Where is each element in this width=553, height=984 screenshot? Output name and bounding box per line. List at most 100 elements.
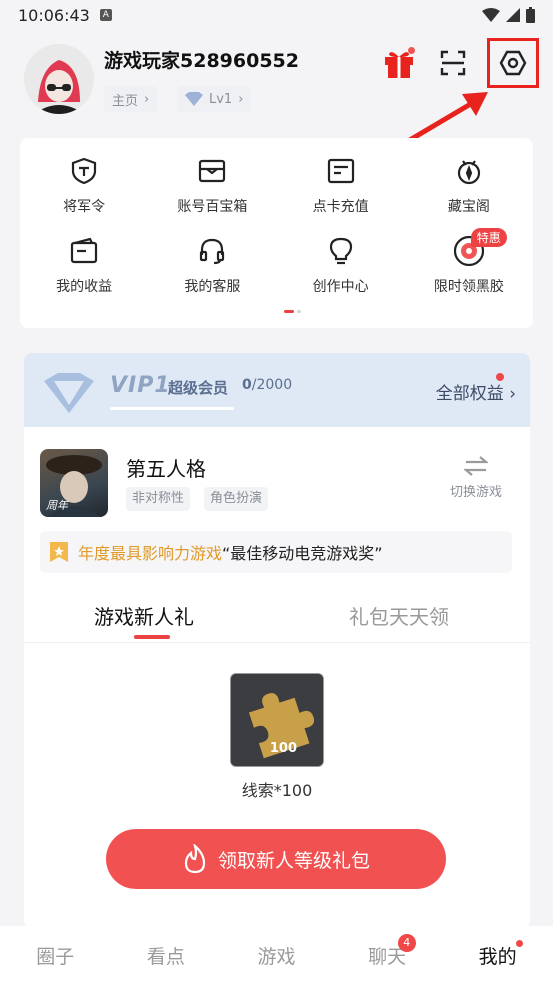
nav-item-highlights[interactable]: 看点 [111,926,222,984]
vip-progress: 0/2000 [242,377,292,393]
award-text: “最佳移动电竞游戏奖” [222,544,383,563]
game-tag: 非对称性 [126,487,191,511]
nav-item-circle[interactable]: 圈子 [0,926,111,984]
menu-item-treasure-pavilion[interactable]: 藏宝阁 [405,156,533,236]
nav-item-me[interactable]: 我的 [442,926,553,984]
vip-rights-red-dot [496,373,504,381]
scan-icon [440,50,466,76]
level-chip[interactable]: Lv1 › [177,86,252,112]
reward-label: 线索*100 [241,781,313,800]
menu-item-label: 我的收益 [56,279,113,295]
award-highlight: 年度最具影响力游戏 [78,544,223,563]
headset-icon [197,236,227,266]
vip-progress-current: 0 [242,377,252,393]
vip-progress-bar [110,407,234,410]
vip-rights-link[interactable]: 全部权益 › [436,379,516,404]
username: 游戏玩家528960552 [104,50,299,72]
wifi-icon [482,8,500,22]
vip-progress-total: /2000 [251,377,293,393]
menu-item-creator-center[interactable]: 创作中心 [277,236,405,316]
vip-title: VIP1 [110,373,171,398]
me-red-dot [515,940,523,947]
claim-gift-label: 领取新人等级礼包 [217,849,370,872]
nav-label: 圈子 [36,945,75,968]
menu-item-label: 我的客服 [184,279,241,295]
gift-tabs: 游戏新人礼 礼包天天领 [24,593,530,643]
vip-game-card: VIP1 超级会员 0/2000 全部权益 › 周年 第五人格 非对称性 角色扮… [24,353,530,928]
vip-rights-label: 全部权益 [435,384,504,404]
scan-button[interactable] [433,43,473,83]
bulb-icon [326,236,356,266]
award-ribbon-icon [50,542,68,562]
card-icon [326,156,356,186]
switch-game-button[interactable]: 切换游戏 [446,455,506,500]
reward-item[interactable]: 100 [230,673,324,767]
quick-menu-card: 将军令 账号百宝箱 点卡充值 藏宝阁 我的收益 我的客服 创作中心 特惠 限时领… [20,138,533,328]
game-name: 第五人格 [126,457,206,481]
menu-item-general-token[interactable]: 将军令 [20,156,148,236]
tab-underline [134,635,170,639]
top-actions [379,38,539,88]
menu-item-label: 将军令 [63,199,106,215]
nav-label: 游戏 [257,945,296,968]
gift-button[interactable] [379,43,419,83]
tab-newbie-gift[interactable]: 游戏新人礼 [94,601,194,630]
menu-item-card-recharge[interactable]: 点卡充值 [277,156,405,236]
menu-item-label: 账号百宝箱 [177,199,248,215]
menu-item-label: 限时领黑胶 [433,279,504,295]
menu-item-label: 藏宝阁 [447,199,490,215]
settings-button[interactable] [487,38,539,88]
notification-icon: A [99,9,112,21]
level-chip-label: Lv1 [209,91,233,107]
special-offer-badge: 特惠 [470,228,507,247]
treasure-pavilion-icon [454,156,484,186]
wallet-icon [69,236,99,266]
diamond-icon [185,92,203,106]
claim-gift-button[interactable]: 领取新人等级礼包 [106,829,446,889]
tab-daily-gift[interactable]: 礼包天天领 [349,601,449,630]
reward-count: 100 [269,741,297,756]
vip-banner[interactable]: VIP1 超级会员 0/2000 全部权益 › [24,353,530,427]
bottom-nav: 圈子 看点 游戏 聊天 4 我的 [0,926,553,984]
page-dot [297,310,301,313]
vip-diamond-icon [44,373,94,413]
home-chip-label: 主页 [112,93,139,109]
chevron-right-icon: › [238,91,244,107]
settings-icon [499,50,527,76]
menu-item-label: 点卡充值 [312,199,369,215]
menu-item-label: 创作中心 [312,279,369,295]
vip-subtitle: 超级会员 [168,379,229,397]
menu-item-treasure-box[interactable]: 账号百宝箱 [148,156,276,236]
menu-item-vinyl-promo[interactable]: 特惠 限时领黑胶 [405,228,533,316]
gift-red-dot [408,47,415,54]
status-time: 10:06:43 [18,5,90,25]
nav-item-chat[interactable]: 聊天 4 [332,926,443,984]
treasure-box-icon [197,156,227,186]
nav-label: 看点 [146,945,185,968]
award-banner: 年度最具影响力游戏“最佳移动电竞游戏奖” [40,531,512,573]
chevron-right-icon: › [144,91,150,107]
home-chip[interactable]: 主页 › [104,86,158,112]
nav-item-games[interactable]: 游戏 [221,926,332,984]
avatar[interactable] [24,44,94,114]
swap-icon [462,456,490,476]
chat-unread-badge: 4 [397,934,416,952]
game-tag: 角色扮演 [204,487,269,511]
avatar-illustration [24,44,94,114]
page-dot-active [284,310,294,313]
menu-item-customer-service[interactable]: 我的客服 [148,236,276,316]
chevron-right-icon: › [509,384,516,404]
nav-label: 我的 [478,945,517,968]
switch-game-label: 切换游戏 [449,485,502,500]
game-thumb-badge: 周年 [46,499,68,512]
menu-item-earnings[interactable]: 我的收益 [20,236,148,316]
signal-icon [506,8,520,22]
game-thumbnail[interactable]: 周年 [40,449,108,517]
status-icons [482,7,535,23]
current-game: 周年 第五人格 非对称性 角色扮演 切换游戏 [40,449,514,519]
battery-icon [526,7,535,23]
flame-icon [184,844,206,874]
status-bar: 10:06:43 A [0,0,553,30]
shield-t-icon [69,156,99,186]
page-indicator [284,310,301,313]
